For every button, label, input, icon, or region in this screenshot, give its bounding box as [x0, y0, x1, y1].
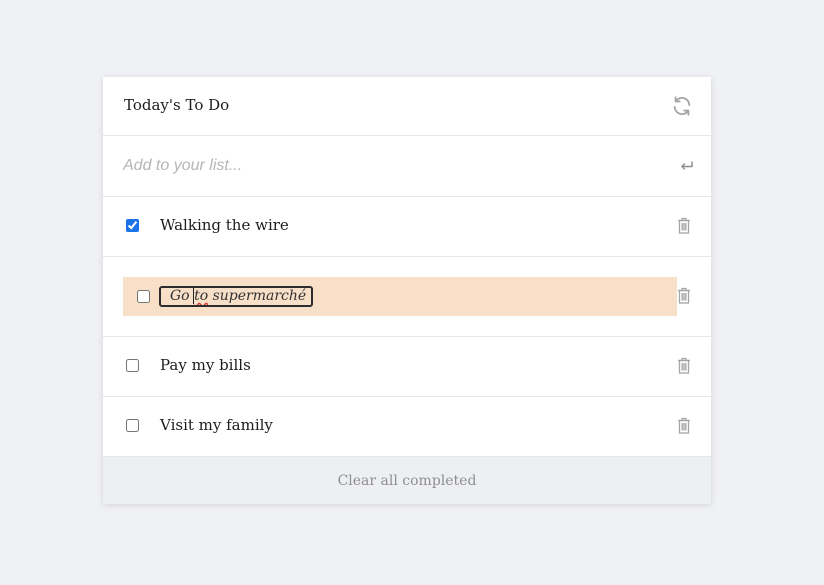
todo-checkbox[interactable]	[126, 419, 139, 432]
enter-return-icon[interactable]	[680, 160, 694, 172]
todo-edit-input[interactable]: Go to supermarché	[159, 286, 313, 307]
todo-item: Pay my bills	[103, 337, 711, 397]
todo-item: Walking the wire	[103, 197, 711, 257]
todo-label[interactable]: Visit my family	[160, 416, 273, 434]
card-footer: Clear all completed	[103, 457, 711, 504]
add-item-row	[103, 136, 711, 197]
page-title: Today's To Do	[124, 96, 230, 114]
trash-icon[interactable]	[677, 417, 691, 434]
todo-card: Today's To Do Walking the wire Go to sup…	[103, 77, 711, 504]
todo-checkbox[interactable]	[126, 219, 139, 232]
todo-item: Visit my family	[103, 397, 711, 457]
clear-completed-button[interactable]: Clear all completed	[338, 473, 477, 489]
editing-highlight: Go to supermarché	[123, 277, 677, 316]
todo-item-editing: Go to supermarché	[103, 257, 711, 337]
todo-label[interactable]: Walking the wire	[160, 216, 289, 234]
todo-checkbox[interactable]	[137, 290, 150, 303]
trash-icon[interactable]	[677, 357, 691, 374]
todo-label[interactable]: Pay my bills	[160, 356, 251, 374]
todo-checkbox[interactable]	[126, 359, 139, 372]
trash-icon[interactable]	[677, 287, 691, 304]
trash-icon[interactable]	[677, 217, 691, 234]
card-header: Today's To Do	[103, 77, 711, 136]
add-item-input[interactable]	[123, 150, 643, 182]
refresh-icon[interactable]	[671, 95, 693, 117]
